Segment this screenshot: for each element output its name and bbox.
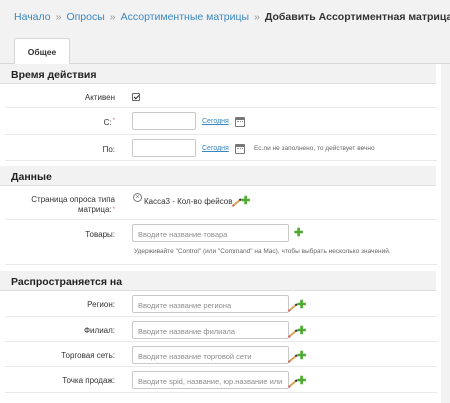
breadcrumb-separator: » bbox=[55, 11, 62, 23]
page-label-line1: Страница опроса типа bbox=[31, 195, 115, 204]
breadcrumb-separator: » bbox=[254, 11, 260, 23]
to-row: По: Сегодня Ес.ли не заполнено, то дейст… bbox=[5, 135, 437, 161]
from-today-link[interactable]: Сегодня bbox=[202, 118, 229, 125]
add-branch-plus-icon[interactable]: ✚ bbox=[297, 326, 306, 337]
branch-search-input[interactable]: Вводите название филиала bbox=[132, 321, 289, 339]
add-page-plus-icon[interactable]: ✚ bbox=[241, 196, 250, 207]
tab-general[interactable]: Общее bbox=[14, 38, 70, 65]
pos-search-input[interactable]: Вводите spid, название, юр.название или bbox=[132, 371, 289, 389]
add-goods-plus-icon[interactable]: ✚ bbox=[294, 228, 303, 239]
add-region-plus-icon[interactable]: ✚ bbox=[297, 300, 306, 311]
pos-row: Точка продаж: Вводите spid, название, юр… bbox=[5, 367, 437, 393]
pos-label: Точка продаж: bbox=[62, 376, 115, 385]
section-scope-header: Распространяется на bbox=[0, 271, 436, 291]
breadcrumb: Начало » Опросы » Ассортиментные матрицы » Доб… bbox=[0, 0, 450, 34]
section-period-header: Время действия bbox=[0, 64, 436, 84]
breadcrumb-surveys[interactable]: Опросы bbox=[66, 11, 104, 23]
section-data-header: Данные bbox=[0, 166, 436, 186]
region-label: Регион: bbox=[87, 300, 115, 309]
from-calendar-icon[interactable] bbox=[235, 117, 245, 127]
to-calendar-icon[interactable] bbox=[235, 144, 245, 154]
network-search-input[interactable]: Вводите название торговой сети bbox=[132, 346, 289, 364]
add-network-plus-icon[interactable]: ✚ bbox=[297, 351, 306, 362]
goods-label: Товары: bbox=[85, 230, 115, 239]
network-label: Торговая сеть: bbox=[61, 351, 115, 360]
page-selected-value: Касса3 - Кол-во фейсов bbox=[144, 197, 233, 206]
from-label: С:* bbox=[5, 118, 115, 127]
breadcrumb-matrices[interactable]: Ассортиментные матрицы bbox=[121, 11, 249, 23]
active-label: Активен bbox=[84, 93, 115, 102]
breadcrumb-home[interactable]: Начало bbox=[14, 11, 51, 23]
tab-bar: Общее bbox=[0, 34, 450, 65]
scrollbar-track[interactable] bbox=[441, 64, 450, 403]
to-hint: Ес.ли не заполнено, то действует вечно bbox=[254, 145, 375, 152]
branch-row: Филиал: Вводите название филиала ✚ bbox=[5, 317, 437, 342]
to-date-input[interactable] bbox=[132, 139, 196, 157]
from-date-input[interactable] bbox=[132, 112, 196, 130]
network-row: Торговая сеть: Вводите название торговой… bbox=[5, 342, 437, 367]
goods-row: Товары: Вводите название товара ✚ Удержи… bbox=[5, 220, 437, 265]
from-label-text: С: bbox=[103, 118, 112, 127]
active-checkbox[interactable] bbox=[132, 93, 140, 101]
goods-search-input[interactable]: Вводите название товара bbox=[132, 224, 289, 242]
breadcrumb-separator: » bbox=[109, 11, 116, 23]
form-panel: Время действия Активен С:* Сегодня По: С… bbox=[0, 64, 450, 403]
page-label-line2: матрица: bbox=[78, 205, 112, 214]
to-label: По: bbox=[102, 145, 115, 154]
add-pos-plus-icon[interactable]: ✚ bbox=[297, 376, 306, 387]
active-row: Активен bbox=[5, 84, 437, 108]
page-row: Страница опроса типа матрица:* × Касса3 -… bbox=[5, 186, 437, 220]
page-label: Страница опроса типа матрица:* bbox=[5, 195, 115, 215]
from-row: С:* Сегодня bbox=[5, 108, 437, 135]
region-row: Регион: Вводите название региона ✚ bbox=[5, 291, 437, 317]
required-mark: * bbox=[112, 207, 115, 213]
branch-label: Филиал: bbox=[83, 326, 115, 335]
goods-hint: Удерживайте "Control" (или "Command" на … bbox=[134, 248, 391, 255]
required-mark: * bbox=[112, 118, 115, 124]
remove-icon[interactable]: × bbox=[133, 193, 142, 202]
to-today-link[interactable]: Сегодня bbox=[202, 145, 229, 152]
page-title: Добавить Ассортиментная матрица bbox=[264, 11, 450, 23]
region-search-input[interactable]: Вводите название региона bbox=[132, 295, 289, 313]
